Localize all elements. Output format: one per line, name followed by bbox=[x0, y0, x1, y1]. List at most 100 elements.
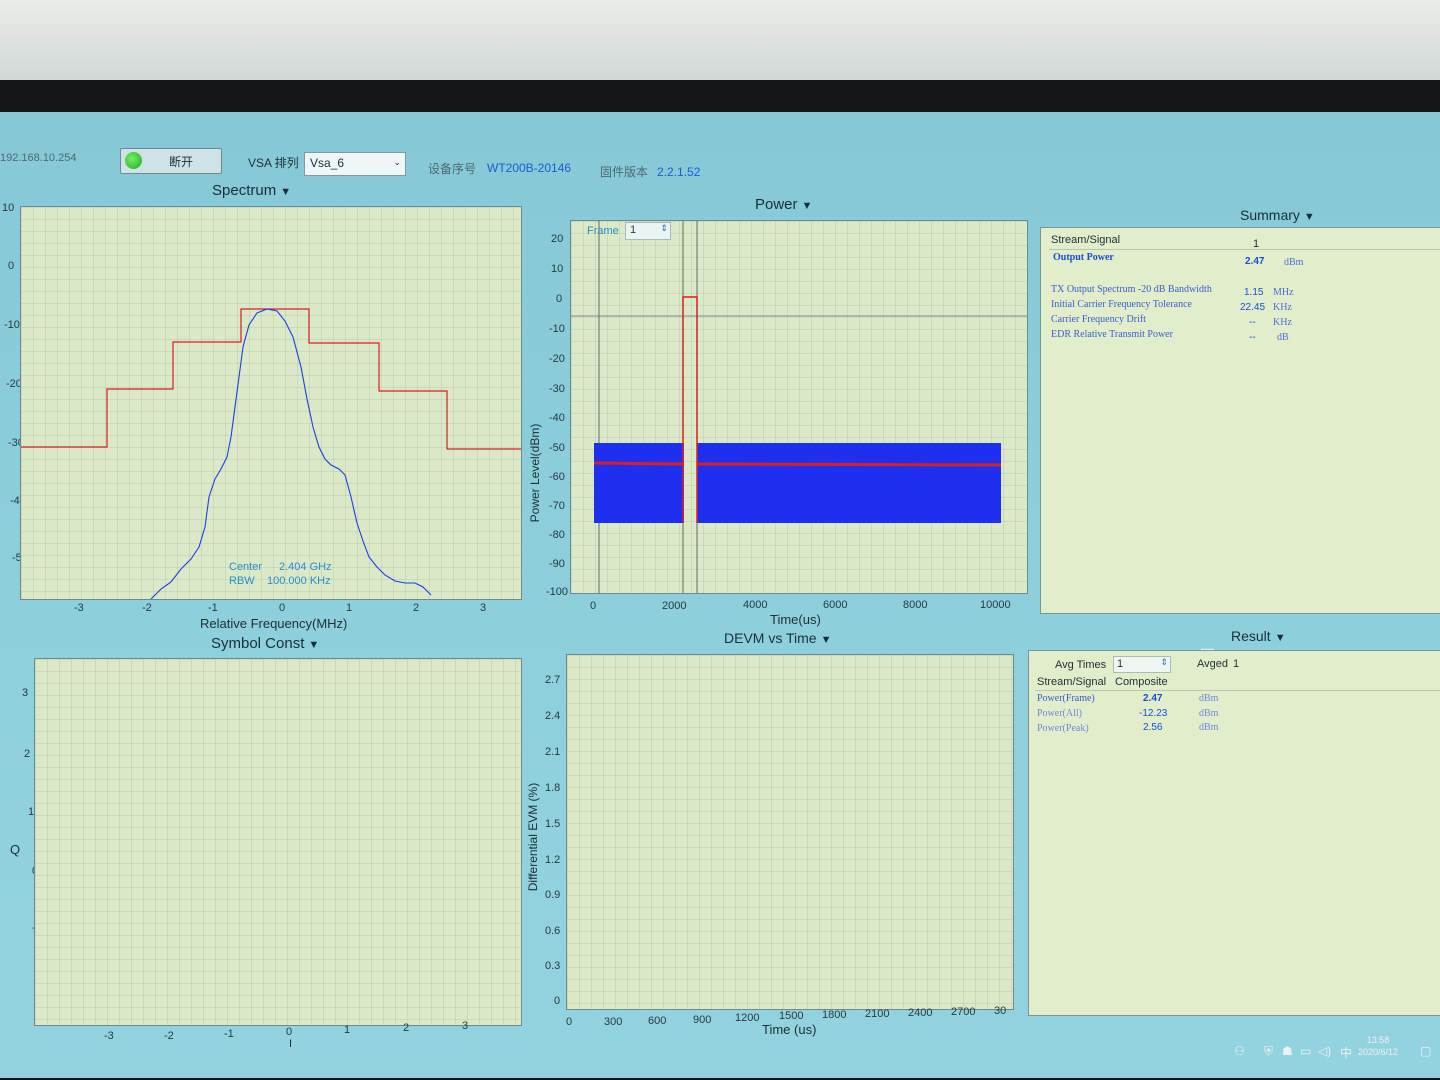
symbol-const-plot[interactable] bbox=[34, 658, 522, 1026]
result-title-dropdown[interactable]: Result ▼ bbox=[1231, 628, 1286, 644]
power-plot[interactable]: Frame 1 ⇕ bbox=[570, 220, 1028, 594]
tick-label: 900 bbox=[693, 1014, 712, 1026]
caret-down-icon: ▼ bbox=[801, 200, 813, 212]
clock-date: 2020/6/12 bbox=[1358, 1047, 1399, 1057]
summary-header-label: Stream/Signal bbox=[1051, 234, 1121, 246]
result-row-unit: dBm bbox=[1199, 722, 1219, 733]
result-row-unit: dBm bbox=[1199, 708, 1219, 719]
avged-value: 1 bbox=[1233, 658, 1240, 670]
ip-address: 192.168.10.254 bbox=[0, 152, 77, 164]
devm-plot[interactable] bbox=[566, 654, 1014, 1010]
input-method-indicator[interactable]: 中 bbox=[1340, 1044, 1352, 1061]
summary-row-label: Carrier Frequency Drift bbox=[1051, 314, 1146, 325]
result-row-value: -12.23 bbox=[1139, 708, 1168, 719]
tick-label: 30 bbox=[994, 1005, 1007, 1017]
tick-label: -80 bbox=[549, 529, 565, 541]
spectrum-trace-line bbox=[150, 308, 432, 599]
person-icon[interactable]: ⚇ bbox=[1234, 1044, 1245, 1058]
symbol-const-title: Symbol Const bbox=[211, 635, 305, 652]
result-row-value: 2.56 bbox=[1143, 722, 1163, 733]
avged-label: Avged bbox=[1197, 658, 1228, 670]
spectrum-x-axis-label: Relative Frequency(MHz) bbox=[200, 616, 348, 631]
summary-title: Summary bbox=[1240, 207, 1300, 223]
tick-label: -1 bbox=[224, 1028, 234, 1040]
spectrum-title: Spectrum bbox=[212, 182, 277, 199]
tick-label: -30 bbox=[549, 383, 565, 395]
network-icon[interactable]: ☗ bbox=[1282, 1044, 1293, 1058]
tick-label: -90 bbox=[549, 558, 565, 570]
symbol-const-x-axis-label: I bbox=[289, 1038, 293, 1050]
summary-row-label: EDR Relative Transmit Power bbox=[1051, 329, 1173, 340]
tick-label: 0 bbox=[8, 260, 15, 272]
tick-label: 2400 bbox=[908, 1007, 933, 1019]
tick-label: 1.8 bbox=[545, 782, 561, 794]
divider bbox=[1049, 249, 1440, 250]
tick-label: -50 bbox=[549, 442, 565, 454]
result-row-label: Power(Frame) bbox=[1037, 693, 1095, 704]
tick-label: 0.6 bbox=[545, 925, 561, 937]
spectrum-center-label: Center bbox=[229, 561, 263, 573]
caret-down-icon: ▼ bbox=[1303, 211, 1315, 223]
tick-label: 6000 bbox=[823, 599, 848, 611]
caret-down-icon: ▼ bbox=[820, 634, 832, 646]
summary-panel: Stream/Signal 1 Output Power 2.47 dBm TX… bbox=[1040, 227, 1440, 614]
tick-label: 0 bbox=[566, 1016, 573, 1028]
power-y-axis-label: Power Level(dBm) bbox=[528, 423, 542, 523]
tick-label: -1 bbox=[208, 602, 218, 614]
notification-icon[interactable]: ▢ bbox=[1420, 1044, 1431, 1058]
spinner-arrows-icon: ⇕ bbox=[1160, 657, 1168, 667]
tick-label: -60 bbox=[549, 471, 565, 483]
power-title-dropdown[interactable]: Power ▼ bbox=[755, 196, 812, 213]
volume-icon[interactable]: ◁) bbox=[1318, 1044, 1331, 1058]
tick-label: 8000 bbox=[903, 599, 928, 611]
disconnect-button[interactable]: 断开 bbox=[120, 148, 222, 174]
vsa-label: VSA 排列 bbox=[248, 156, 299, 170]
device-serial-label: 设备序号 bbox=[428, 162, 477, 176]
tick-label: 2 bbox=[413, 602, 420, 614]
tick-label: 10 bbox=[2, 202, 15, 214]
tick-label: 2.7 bbox=[545, 674, 561, 686]
monitor-icon[interactable]: ▭ bbox=[1300, 1044, 1311, 1058]
tick-label: 0 bbox=[279, 602, 286, 614]
chevron-down-icon: ⌄ bbox=[393, 157, 401, 167]
spectrum-plot[interactable]: Center 2.404 GHz RBW 100.000 KHz bbox=[20, 206, 522, 600]
summary-row-unit: KHz bbox=[1273, 302, 1292, 313]
tick-label: 2 bbox=[403, 1022, 410, 1034]
divider bbox=[1035, 690, 1440, 691]
tick-label: 3 bbox=[480, 602, 487, 614]
clock[interactable]: 13:58 2020/6/12 bbox=[1358, 1034, 1398, 1058]
summary-row-value: 22.45 bbox=[1240, 302, 1266, 313]
tick-label: 2100 bbox=[865, 1008, 890, 1020]
devm-title: DEVM vs Time bbox=[724, 630, 817, 646]
vsa-select[interactable]: Vsa_6 ⌄ bbox=[304, 152, 406, 176]
summary-row-label: Initial Carrier Frequency Tolerance bbox=[1051, 299, 1192, 310]
tick-label: 1.5 bbox=[545, 818, 561, 830]
tick-label: 2 bbox=[24, 748, 31, 760]
clock-time: 13:58 bbox=[1366, 1035, 1390, 1045]
tick-label: 1 bbox=[344, 1024, 351, 1036]
power-average-line bbox=[696, 462, 1002, 467]
power-burst-line bbox=[682, 296, 698, 523]
tick-label: -3 bbox=[104, 1030, 114, 1042]
devm-title-dropdown[interactable]: DEVM vs Time ▼ bbox=[724, 630, 831, 646]
shield-icon[interactable]: ⛨ bbox=[1264, 1044, 1273, 1059]
tick-label: -2 bbox=[164, 1030, 174, 1042]
vsa-select-value: Vsa_6 bbox=[310, 156, 345, 170]
summary-title-dropdown[interactable]: Summary ▼ bbox=[1240, 207, 1315, 223]
frame-spinner[interactable]: 1 ⇕ bbox=[625, 222, 671, 240]
connection-status-icon bbox=[125, 152, 142, 169]
spectrum-center-value: 2.404 GHz bbox=[279, 561, 332, 573]
caret-down-icon: ▼ bbox=[308, 639, 320, 651]
system-tray: ⚇ ⛨ ☗ ▭ ◁) 中 13:58 2020/6/12 ▢ bbox=[1230, 1032, 1440, 1072]
result-panel: Avg Times 1 ⇕ Avged 1 Stream/Signal Comp… bbox=[1028, 650, 1440, 1016]
tick-label: -100 bbox=[546, 586, 569, 598]
tick-label: -3 bbox=[74, 602, 84, 614]
caret-down-icon: ▼ bbox=[280, 186, 292, 198]
avg-times-spinner[interactable]: 1 ⇕ bbox=[1113, 656, 1171, 673]
spectrum-title-dropdown[interactable]: Spectrum ▼ bbox=[212, 182, 291, 199]
tick-label: -70 bbox=[549, 500, 565, 512]
tick-label: 3 bbox=[462, 1020, 469, 1032]
tick-label: 600 bbox=[648, 1015, 667, 1027]
disconnect-button-label: 断开 bbox=[169, 155, 194, 169]
symbol-const-title-dropdown[interactable]: Symbol Const ▼ bbox=[211, 635, 319, 652]
